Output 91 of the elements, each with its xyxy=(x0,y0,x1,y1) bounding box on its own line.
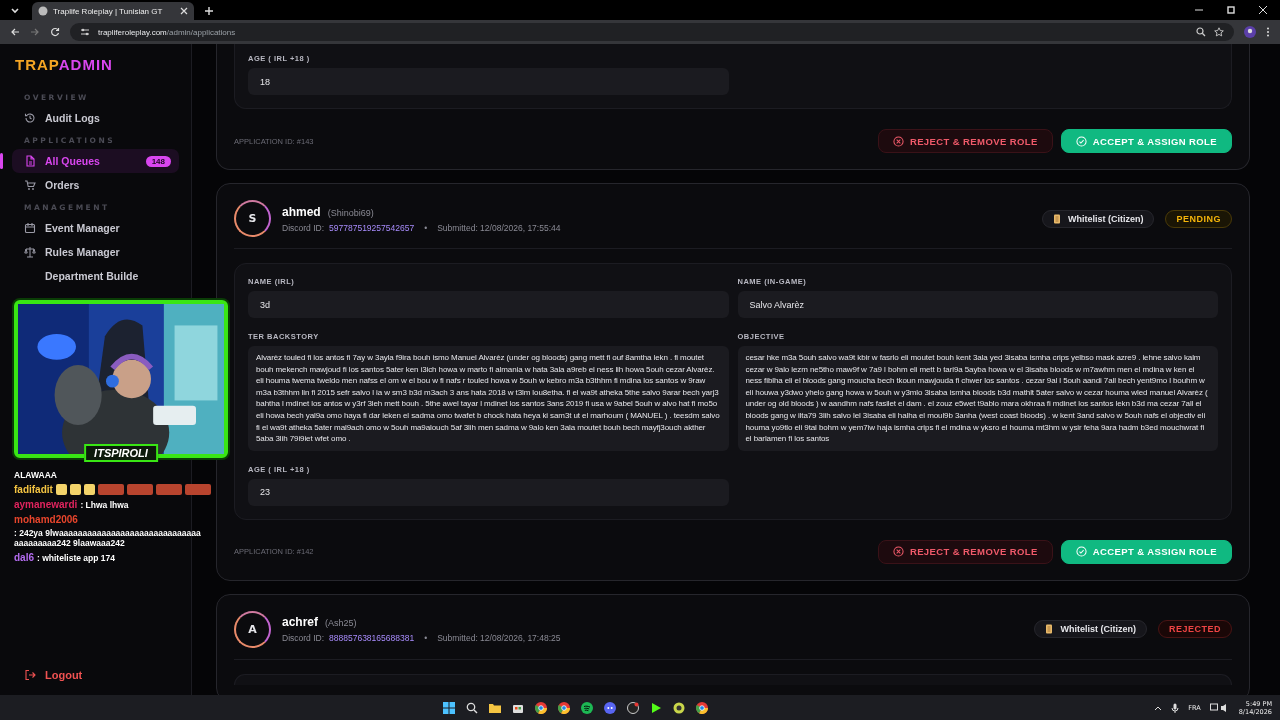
logo: TRAPADMIN xyxy=(14,56,114,73)
field-value: cesar hke m3a 5ouh salvo wa9t kbir w fasrlo eli moutet bouh kent 3ala yed 3isaba ismha crips yelbso mask azre9 . lehne salvo kalm cezar w 9alo lezm ne5tho maw9f w 7a9 l bohm eli mett b tari9a 5ayba howa w el 3isaba bloods w m7awhm men el mdina w ken el ness fiblha eli el bloods gang moucha bech tkoun mawjouda fi chwer los santos . cezar 9al l 5ouh aandi 7all bech yent9mo l bouhm w eli houwa y3dwo yhelo gang howa w 5ouh w y3mlo 3isaba ismha bloods b3d mathlt 5ater salvo w cezar houma wled manuel Alvarèz ( under og old bloods ) w aandhm nafs fasilet el dam . el zouz e5wet t9ablo mara okhraa fi mdinet los santos lekn b3d ma cezar 7all el bloods gang w ilta79 3lih salvo lel 3isaba eli halha el moul9b 3anha (west coast bloods) . w kent 3and salvo w 5ouh nafs el objectiv eli houma yo9tlo eli 9tal bohm w yem7iw haja ismha crips fi el mdina w yksro el houma mt3hm w ysir feha 9ara hadm b3ed mouchwrat fi el barlamen fi los santos xyxy=(737,346,1218,451)
role-chip: Whitelist (Citizen) xyxy=(1034,620,1147,639)
chat-app-icon[interactable] xyxy=(604,701,617,714)
action-button[interactable]: REJECT & REMOVE ROLE xyxy=(877,129,1053,153)
chat-username: dal6 xyxy=(14,552,34,563)
browser-icon[interactable] xyxy=(696,701,709,714)
app-icon[interactable] xyxy=(673,701,686,714)
check-circle-icon xyxy=(1075,135,1087,147)
streamer-name: ITSPIROLI xyxy=(84,444,158,462)
music-app-icon[interactable] xyxy=(581,701,594,714)
chat-message: : 242ya 9lwaaaaaaaaaaaaaaaaaaaaaaaaaaaaaa aaaaaaaaa242 9laawaaa242 xyxy=(14,528,202,548)
chat-username: mohamd2006 xyxy=(14,514,78,525)
site-info-icon[interactable] xyxy=(80,27,90,37)
browser-icon[interactable] xyxy=(535,701,548,714)
forward-icon[interactable] xyxy=(30,27,40,37)
cart-icon xyxy=(24,179,36,191)
new-tab-icon[interactable] xyxy=(204,6,214,16)
cross-circle-icon xyxy=(892,135,904,147)
discord-id: 888857638165688381 xyxy=(329,633,415,644)
calendar-icon xyxy=(24,222,36,234)
nav-item[interactable]: Department Builde xyxy=(12,264,179,288)
separator-dot: • xyxy=(424,633,428,644)
chat-message: ALAWAAA xyxy=(14,470,57,480)
document-icon xyxy=(24,155,36,167)
start-icon[interactable] xyxy=(443,701,456,714)
status-badge: PENDING xyxy=(1165,209,1232,228)
zoom-icon[interactable] xyxy=(1196,27,1206,37)
emote-icon xyxy=(69,484,81,495)
menu-icon[interactable] xyxy=(1266,27,1270,37)
scales-icon xyxy=(24,246,36,258)
search-icon[interactable] xyxy=(466,701,479,714)
scroll-icon xyxy=(1045,624,1054,635)
field-value: 3d xyxy=(248,291,729,318)
nav-item[interactable]: Rules Manager xyxy=(12,240,179,264)
browser-icon[interactable] xyxy=(558,701,571,714)
action-button[interactable]: REJECT & REMOVE ROLE xyxy=(877,539,1053,564)
discord-label: Discord ID: xyxy=(282,633,325,644)
back-icon[interactable] xyxy=(10,27,20,37)
reload-icon[interactable] xyxy=(50,27,60,37)
cross-circle-icon xyxy=(892,546,904,558)
chat-username: aymanewardi xyxy=(14,499,78,510)
tab-title: Traplife Roleplay | Tunisian GT xyxy=(53,6,164,16)
separator-dot: • xyxy=(424,222,428,233)
status-badge: REJECTED xyxy=(1158,620,1232,639)
field-value: Salvo Alvarèz xyxy=(737,291,1218,318)
nav-item[interactable]: Event Manager xyxy=(12,216,179,240)
field-value: 18 xyxy=(248,68,729,95)
emote-icon xyxy=(126,484,153,495)
applicant-handle: (Ash25) xyxy=(325,618,357,629)
applicant-name: ahmed xyxy=(282,204,321,219)
discord-id: 597787519257542657 xyxy=(329,222,415,233)
role-chip: Whitelist (Citizen) xyxy=(1042,209,1155,228)
logout-icon xyxy=(24,669,36,681)
count-badge: 148 xyxy=(145,155,171,167)
chat-message: : Lhwa lhwa xyxy=(80,499,129,510)
emote-icon xyxy=(55,484,67,495)
check-circle-icon xyxy=(1075,546,1087,558)
folder-icon[interactable] xyxy=(489,701,502,714)
field-value: 23 xyxy=(248,478,729,506)
chat-message: : whiteliste app 174 xyxy=(37,552,115,563)
submitted-date: Submitted: 12/08/2026, 17:55:44 xyxy=(437,222,561,233)
url-text: trapliferoleplay.com/admin/applications xyxy=(98,27,236,37)
close-icon[interactable] xyxy=(1258,5,1268,15)
submitted-date: Submitted: 12/08/2026, 17:48:25 xyxy=(437,633,561,644)
close-icon[interactable] xyxy=(180,7,188,15)
emote-icon xyxy=(83,484,95,495)
discord-label: Discord ID: xyxy=(282,222,325,233)
nav-item[interactable]: Orders xyxy=(12,173,179,197)
site-icon xyxy=(38,6,48,16)
play-icon[interactable] xyxy=(650,701,663,714)
nav-item[interactable]: Audit Logs xyxy=(12,106,179,130)
star-icon[interactable] xyxy=(1214,27,1224,37)
game-app-icon[interactable] xyxy=(627,701,640,714)
avatar: S xyxy=(234,200,271,237)
history-icon xyxy=(24,112,36,124)
address-field[interactable]: trapliferoleplay.com/admin/applications xyxy=(70,23,1234,41)
browser-tab[interactable]: Traplife Roleplay | Tunisian GT xyxy=(32,2,194,20)
emote-icon xyxy=(184,484,211,495)
emote-icon xyxy=(155,484,182,495)
profile-avatar-icon[interactable] xyxy=(1244,26,1256,38)
field-value: Alvarèz touled fi los antos fi 7ay w 3ayla f9ira bouh ismo Manuel Alvarèz (under og bloods) gang mett fi ouf 8amtha lekn . fi moutet bouh mekench mawjoud fi los santos 5ater ken i3ich howa w marto fi almania w hata 3ala a9reb el ness lih howa 5ouh cezar Alvarèz. eli houma twema tweldo men nafss el om w el bou w fi nafs r touled howa w 5ouh w kebro m3a b3thhm fi mdina los santos w 9raw m3a b3thhm lin fi 2015 sefr salvo l ia w sm3 b3d m3ach 3 ans hata 2018 w t3lm lou8etha. fi el wa9t atheka 5the salvo 9arar bech yarj3 bahtha l mdinet los antos w y3rf 3leh mett bouh . 5the awel tayar l mdinet los santos 3ans 2019 fi usa w 9abel 5ouh w alvo hat fi mo5o eli howa bech yal9a omo haya fi dar leken el sadma omo twafet b chock hata heya ki sam3t ut el marhoum ( MANUEL ) . teesdm salvo fi el wa9t atheka 5ater mal9ach omo w 5ouh ma9alouch 5af 3lih men sadma w 9alo ken 3ala moutet bouh bech mayfj3ouch akther 5aba 3lih 79i9iet wfet omo . xyxy=(248,346,729,451)
chat-username: fadifadit xyxy=(14,484,53,495)
microphone-icon[interactable] xyxy=(1171,702,1180,713)
applicant-name: achref xyxy=(282,615,319,630)
scroll-icon xyxy=(1053,213,1061,224)
applicant-handle: (Shinobi69) xyxy=(327,207,374,218)
avatar: A xyxy=(234,610,271,648)
emote-icon xyxy=(97,484,124,495)
restore-icon[interactable] xyxy=(1226,5,1236,15)
logout-link[interactable]: Logout xyxy=(12,665,179,685)
